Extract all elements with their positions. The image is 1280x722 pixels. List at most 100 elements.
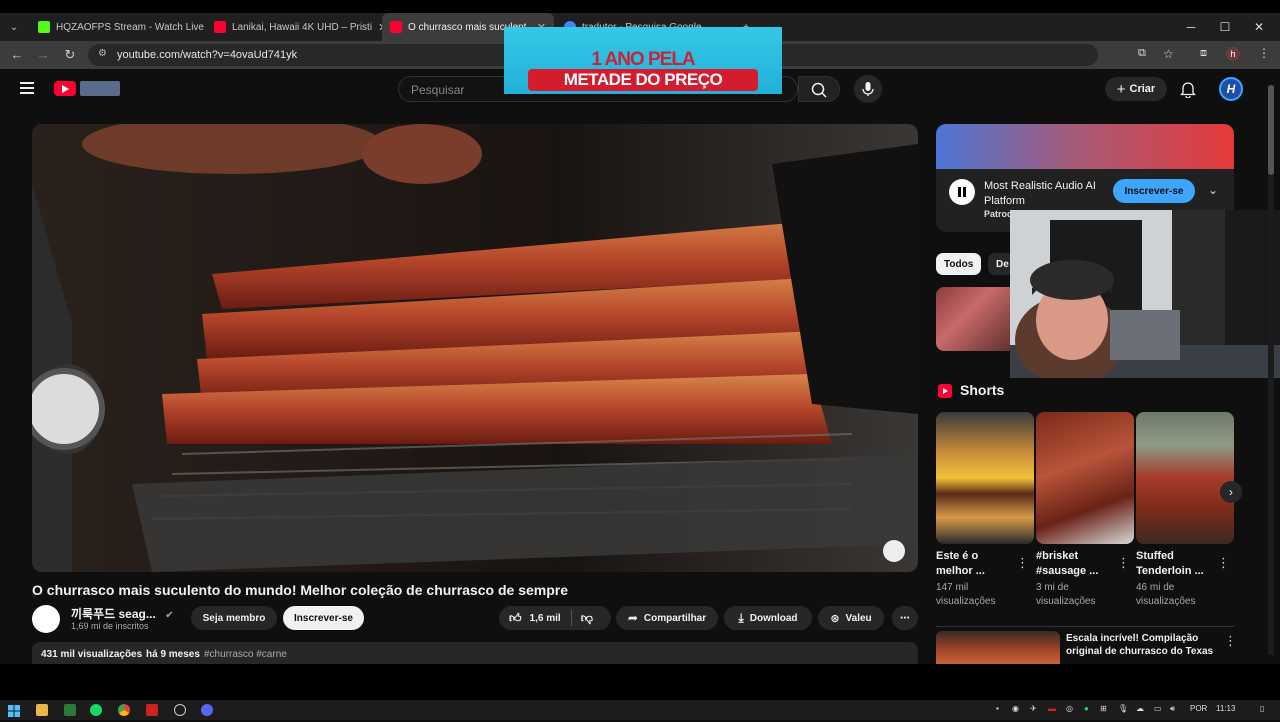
app-icon[interactable] bbox=[146, 704, 158, 716]
youtube-logo-icon[interactable] bbox=[54, 81, 76, 96]
search-input[interactable]: Pesquisar bbox=[411, 83, 464, 97]
tray-icon[interactable]: ⊞ bbox=[1100, 704, 1107, 713]
ad-card-image bbox=[936, 124, 1234, 169]
short-views-2: 3 mi de visualizações bbox=[1036, 582, 1096, 607]
short-menu-icon[interactable]: ⋮ bbox=[1016, 555, 1029, 571]
scrollbar-thumb[interactable] bbox=[1268, 85, 1274, 175]
short-menu-icon[interactable]: ⋮ bbox=[1217, 555, 1230, 571]
windows-start-icon[interactable] bbox=[8, 704, 20, 717]
tray-icon[interactable]: ◎ bbox=[1066, 704, 1073, 713]
microphone-tray-icon[interactable]: 🎙︎ bbox=[1118, 704, 1128, 713]
profile-avatar[interactable]: h bbox=[1226, 47, 1240, 61]
file-explorer-icon[interactable] bbox=[36, 704, 48, 716]
tab-hqzaofps[interactable]: HQZAOFPS Stream - Watch Live ✕ bbox=[30, 13, 206, 41]
short-thumbnail-1[interactable] bbox=[936, 412, 1034, 544]
next-video-menu-icon[interactable]: ⋮ bbox=[1224, 633, 1237, 649]
site-info-icon[interactable]: ⚙ bbox=[98, 48, 107, 59]
notifications-bell-icon[interactable] bbox=[1179, 80, 1197, 103]
short-title-1[interactable]: Este é o melhor ... bbox=[936, 549, 1016, 579]
sponsored-label: Patroc bbox=[984, 209, 1013, 219]
publish-date: há 9 meses bbox=[146, 649, 200, 660]
bookmark-star-icon[interactable]: ☆ bbox=[1163, 47, 1174, 61]
discord-icon[interactable] bbox=[201, 704, 213, 716]
next-video-thumbnail[interactable] bbox=[936, 631, 1060, 664]
tray-icon[interactable]: ▪ bbox=[996, 704, 999, 713]
hashtags[interactable]: #churrasco #carne bbox=[204, 649, 287, 660]
subscribe-button[interactable]: Inscrever-se bbox=[283, 606, 364, 630]
voice-search-button[interactable] bbox=[854, 75, 882, 103]
view-count: 431 mil visualizações bbox=[41, 649, 143, 660]
app-icon[interactable] bbox=[64, 704, 76, 716]
short-title-2[interactable]: #brisket #sausage ... bbox=[1036, 549, 1116, 579]
browser-menu-icon[interactable]: ⋮ bbox=[1258, 46, 1270, 60]
search-icon bbox=[811, 82, 827, 98]
tab-list-button[interactable]: ⌄ bbox=[0, 13, 28, 41]
next-video-title[interactable]: Escala incrível! Compilação original de … bbox=[1066, 632, 1216, 658]
search-button[interactable] bbox=[798, 76, 840, 102]
short-thumbnail-2[interactable] bbox=[1036, 412, 1134, 544]
forward-icon[interactable]: → bbox=[34, 47, 52, 63]
video-player[interactable] bbox=[32, 124, 918, 572]
windows-taskbar: ▪ ◉ ✈ ▬ ◎ ● ⊞ 🎙︎ ☁ ▭ 🔊︎ POR 11:13 ▯ bbox=[0, 700, 1280, 720]
clock[interactable]: 11:13 bbox=[1216, 704, 1235, 713]
short-views-3: 46 mi de visualizações bbox=[1136, 582, 1196, 607]
language-indicator[interactable]: POR bbox=[1190, 704, 1207, 713]
reload-icon[interactable]: ↻ bbox=[61, 47, 79, 63]
promo-banner[interactable]: 1 ANO PELA METADE DO PREÇO bbox=[504, 27, 782, 94]
app-icon[interactable] bbox=[174, 704, 186, 716]
ad-subscribe-button[interactable]: Inscrever-se bbox=[1113, 179, 1195, 203]
spotify-icon[interactable] bbox=[90, 704, 102, 716]
channel-avatar[interactable] bbox=[32, 605, 60, 633]
minimize-icon[interactable]: ─ bbox=[1174, 13, 1208, 41]
related-video-thumbnail[interactable] bbox=[936, 287, 1016, 351]
join-button[interactable]: Seja membro bbox=[191, 606, 277, 630]
share-button[interactable]: ➦ Compartilhar bbox=[616, 606, 718, 630]
back-icon[interactable]: ← bbox=[8, 47, 26, 63]
chevron-right-icon[interactable]: › bbox=[1220, 481, 1242, 503]
tray-icon[interactable]: ✈ bbox=[1030, 704, 1037, 713]
pause-icon[interactable] bbox=[949, 179, 975, 205]
page-scrollbar[interactable] bbox=[1268, 85, 1274, 655]
like-count[interactable]: 1,6 mil bbox=[530, 613, 561, 624]
tray-icon[interactable]: ◉ bbox=[1012, 704, 1019, 713]
hamburger-menu-icon[interactable] bbox=[20, 82, 34, 94]
share-icon: ➦ bbox=[627, 611, 638, 625]
short-views-1: 147 mil visualizações bbox=[936, 582, 996, 607]
short-menu-icon[interactable]: ⋮ bbox=[1117, 555, 1130, 571]
channel-name-row[interactable]: 끼룩푸드 seag... ✔ bbox=[71, 605, 174, 622]
short-thumbnail-3[interactable] bbox=[1136, 412, 1234, 544]
kick-favicon-icon bbox=[38, 21, 50, 33]
description-box[interactable]: 431 mil visualizações há 9 meses #churra… bbox=[32, 642, 918, 664]
maximize-icon[interactable]: ☐ bbox=[1208, 13, 1242, 41]
notifications-icon[interactable]: ▯ bbox=[1260, 704, 1264, 713]
dislike-icon[interactable]: 👎︎ bbox=[581, 611, 593, 626]
thanks-button[interactable]: ⊛ Valeu bbox=[818, 606, 884, 630]
tab-lanikai[interactable]: Lanikai, Hawaii 4K UHD – Pristi ✕ bbox=[206, 13, 382, 41]
url-text[interactable]: youtube.com/watch?v=4ovaUd741yk bbox=[117, 49, 297, 61]
subscriber-count: 1,69 mi de inscritos bbox=[71, 621, 149, 631]
chevron-down-icon[interactable]: ⌄ bbox=[1208, 183, 1218, 197]
tray-spotify-icon[interactable]: ● bbox=[1084, 704, 1089, 713]
extensions-icon[interactable]: ⧈ bbox=[1200, 47, 1207, 60]
ad-title: Most Realistic Audio AI Platform bbox=[984, 180, 1096, 207]
youtube-doodle-logo[interactable] bbox=[80, 81, 120, 96]
tray-icon[interactable]: ☁ bbox=[1136, 704, 1144, 713]
account-avatar[interactable]: H bbox=[1219, 77, 1243, 101]
section-divider bbox=[936, 626, 1234, 627]
install-app-icon[interactable]: ⧉ bbox=[1138, 47, 1146, 60]
promo-line-2: METADE DO PREÇO bbox=[528, 69, 758, 91]
chrome-icon[interactable] bbox=[118, 704, 130, 716]
network-icon[interactable]: ▭ bbox=[1154, 704, 1162, 713]
download-button[interactable]: ⤓ Download bbox=[724, 606, 812, 630]
shorts-heading: Shorts bbox=[960, 382, 1005, 398]
like-icon[interactable]: 👍︎ bbox=[509, 611, 522, 626]
short-title-3[interactable]: Stuffed Tenderloin ... bbox=[1136, 549, 1216, 579]
volume-icon[interactable]: 🔊︎ bbox=[1170, 704, 1175, 714]
close-window-icon[interactable]: ✕ bbox=[1242, 13, 1276, 41]
more-actions-icon[interactable]: ⋯ bbox=[892, 606, 918, 630]
channel-name[interactable]: 끼룩푸드 seag... bbox=[71, 607, 156, 621]
chip-all[interactable]: Todos bbox=[936, 253, 982, 275]
tray-icon[interactable]: ▬ bbox=[1048, 704, 1056, 713]
create-button[interactable]: + Criar bbox=[1105, 77, 1167, 101]
close-tab-icon[interactable]: ✕ bbox=[372, 21, 382, 34]
